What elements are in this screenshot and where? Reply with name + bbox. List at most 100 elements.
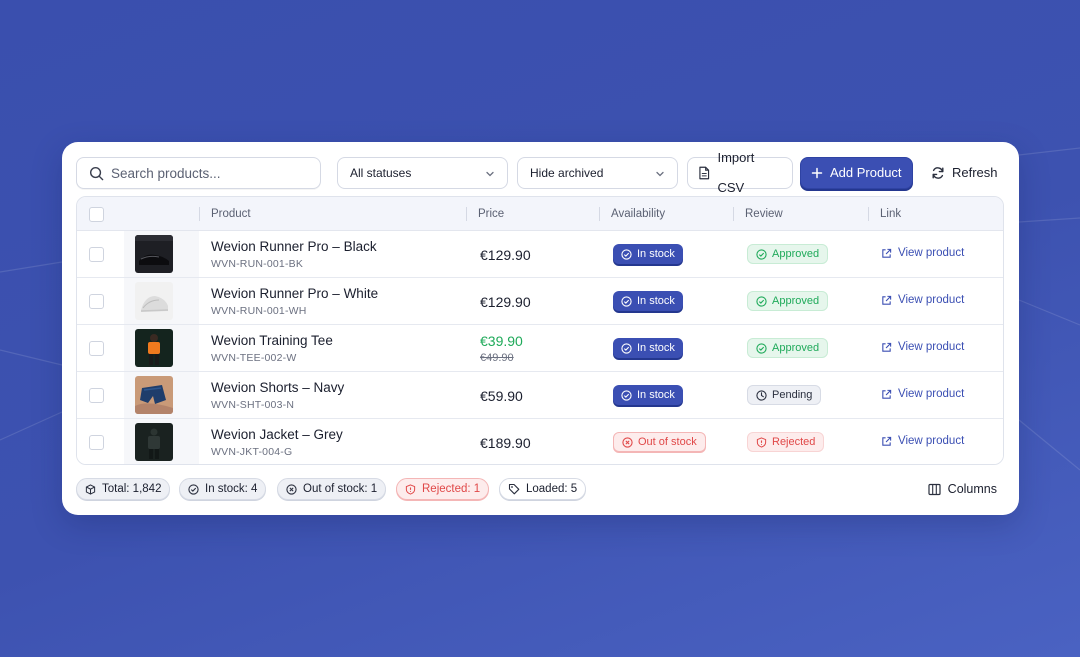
check-circle-icon (621, 342, 632, 354)
add-product-button[interactable]: Add Product (800, 157, 913, 189)
row-checkbox[interactable] (89, 435, 104, 450)
refresh-icon (932, 167, 944, 179)
product-sku: WVN-RUN-001-BK (211, 258, 304, 270)
view-product-link[interactable]: View product (881, 341, 964, 353)
columns-button[interactable]: Columns (928, 478, 997, 500)
availability-badge: In stock (613, 291, 683, 311)
product-thumbnail (135, 282, 173, 320)
product-sale-price: €39.90 (480, 333, 523, 349)
total-chip: Total: 1,842 (76, 478, 171, 500)
view-product-label: View product (898, 388, 965, 400)
table-footer: Total: 1,842 In stock: 4 Out of stock: 1… (76, 478, 1005, 500)
out-of-stock-chip: Out of stock: 1 (277, 478, 387, 500)
view-product-label: View product (898, 247, 965, 259)
review-badge: Rejected (747, 432, 825, 452)
table-row[interactable]: Wevion Runner Pro – White WVN-RUN-001-WH… (77, 278, 1003, 325)
availability-label: In stock (637, 342, 675, 354)
out-of-stock-label: Out of stock: 1 (303, 483, 378, 495)
tag-icon (508, 483, 520, 495)
view-product-label: View product (898, 435, 965, 447)
view-product-link[interactable]: View product (881, 247, 964, 259)
review-label: Rejected (772, 436, 816, 448)
product-thumbnail (135, 329, 173, 367)
view-product-label: View product (898, 341, 965, 353)
review-badge: Approved (747, 291, 829, 311)
review-badge: Approved (747, 338, 829, 358)
import-csv-button[interactable]: Import CSV (687, 150, 793, 195)
product-table-card: All statuses Hide archived Import CSV (62, 142, 1019, 515)
table-row[interactable]: Wevion Runner Pro – Black WVN-RUN-001-BK… (77, 231, 1003, 278)
header-price[interactable]: Price (466, 197, 599, 231)
header-link[interactable]: Link (868, 197, 1003, 231)
table-row[interactable]: Wevion Training Tee WVN-TEE-002-W €39.90… (77, 325, 1003, 372)
loaded-chip: Loaded: 5 (499, 478, 587, 500)
availability-label: Out of stock (638, 436, 697, 448)
external-link-icon (882, 436, 892, 446)
product-name: Wevion Shorts – Navy (211, 380, 345, 395)
availability-label: In stock (637, 295, 675, 307)
in-stock-chip: In stock: 4 (179, 478, 267, 500)
toolbar: All statuses Hide archived Import CSV (76, 150, 1005, 195)
shield-alert-icon (756, 436, 767, 448)
external-link-icon (882, 295, 892, 305)
product-old-price: €49.90 (480, 352, 514, 364)
product-price: €129.90 (480, 247, 531, 263)
product-name: Wevion Runner Pro – Black (211, 239, 377, 254)
product-sku: WVN-JKT-004-G (211, 446, 293, 458)
product-name: Wevion Runner Pro – White (211, 286, 379, 301)
view-product-link[interactable]: View product (881, 294, 964, 306)
row-checkbox[interactable] (89, 341, 104, 356)
select-all-checkbox[interactable] (89, 207, 104, 222)
product-thumbnail (135, 423, 173, 461)
row-checkbox[interactable] (89, 294, 104, 309)
review-label: Approved (772, 248, 820, 260)
add-product-label: Add Product (830, 165, 902, 180)
view-product-link[interactable]: View product (881, 388, 964, 400)
row-checkbox[interactable] (89, 247, 104, 262)
table-row[interactable]: Wevion Jacket – Grey WVN-JKT-004-G €189.… (77, 419, 1003, 464)
check-circle-icon (756, 295, 767, 307)
chevron-down-icon (486, 171, 494, 177)
review-label: Approved (772, 342, 820, 354)
view-product-label: View product (898, 294, 965, 306)
product-sku: WVN-RUN-001-WH (211, 305, 307, 317)
columns-icon (928, 483, 941, 495)
header-review[interactable]: Review (733, 197, 868, 231)
header-availability[interactable]: Availability (599, 197, 733, 231)
check-circle-icon (756, 248, 767, 260)
check-circle-icon (756, 342, 767, 354)
row-checkbox[interactable] (89, 388, 104, 403)
archive-filter-value: Hide archived (530, 166, 604, 180)
review-badge: Approved (747, 244, 829, 264)
x-circle-icon (622, 436, 633, 448)
box-icon (85, 483, 96, 495)
archive-filter-select[interactable]: Hide archived (517, 157, 678, 189)
clock-icon (756, 389, 767, 401)
table-row[interactable]: Wevion Shorts – Navy WVN-SHT-003-N €59.9… (77, 372, 1003, 419)
check-circle-icon (621, 248, 632, 260)
search-box[interactable] (76, 157, 321, 189)
review-label: Pending (772, 389, 813, 401)
search-icon (89, 166, 104, 181)
refresh-button[interactable]: Refresh (921, 157, 1011, 189)
status-filter-select[interactable]: All statuses (337, 157, 508, 189)
x-circle-icon (286, 483, 297, 495)
product-price: €129.90 (480, 294, 531, 310)
plus-icon (811, 167, 823, 179)
availability-label: In stock (637, 248, 675, 260)
rejected-chip: Rejected: 1 (396, 478, 490, 500)
review-label: Approved (772, 295, 820, 307)
check-circle-icon (188, 483, 199, 495)
header-product[interactable]: Product (199, 197, 466, 231)
search-input[interactable] (111, 158, 311, 188)
chevron-down-icon (656, 171, 664, 177)
view-product-link[interactable]: View product (881, 435, 964, 447)
product-table: Product Price Availability Review Link W… (76, 196, 1004, 465)
product-name: Wevion Training Tee (211, 333, 333, 348)
rejected-label: Rejected: 1 (422, 483, 481, 495)
availability-badge: In stock (613, 385, 683, 405)
review-badge: Pending (747, 385, 822, 405)
availability-label: In stock (637, 389, 675, 401)
availability-badge: In stock (613, 338, 683, 358)
file-icon (699, 166, 710, 180)
